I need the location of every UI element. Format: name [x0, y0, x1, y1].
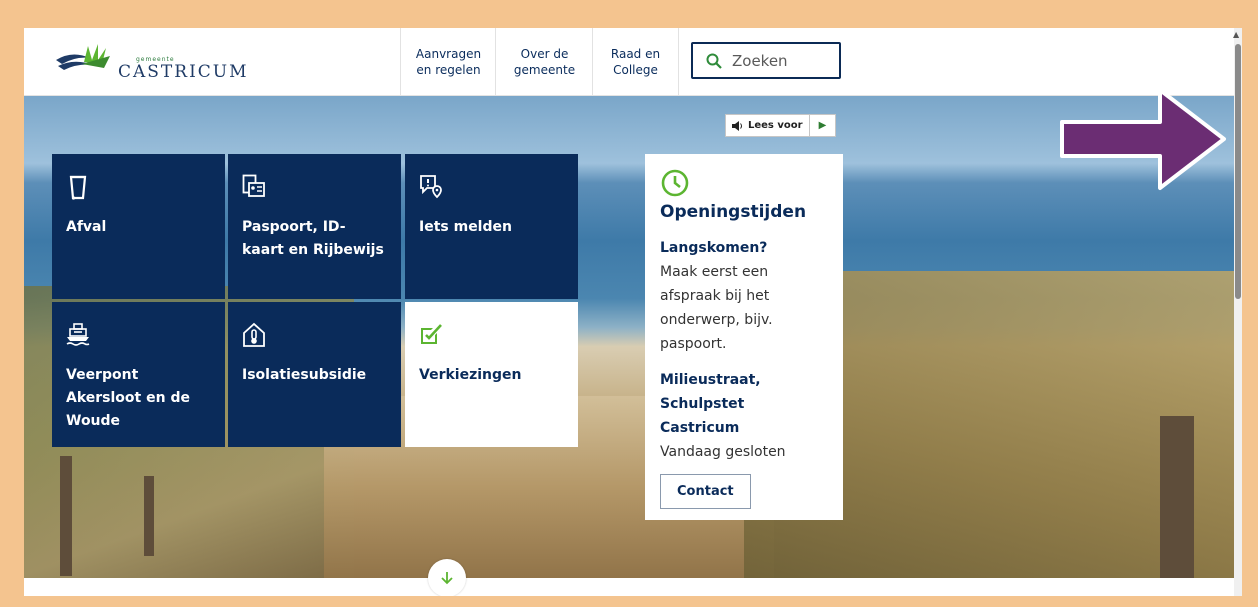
opening-hours-card: Openingstijden Langskomen? Maak eerst ee… [645, 154, 843, 520]
arrow-down-icon [441, 572, 453, 585]
nav-raad-en-college[interactable]: Raad en College [592, 28, 679, 95]
contact-button[interactable]: Contact [660, 474, 751, 509]
tile-afval[interactable]: Afval [52, 154, 225, 299]
scrollbar-thumb[interactable] [1235, 44, 1241, 299]
speaker-icon [732, 120, 742, 131]
visit-text: Maak eerst een afspraak bij het onderwer… [660, 264, 773, 352]
tile-isolatiesubsidie[interactable]: Isolatiesubsidie [228, 302, 401, 447]
tile-verkiezingen[interactable]: Verkiezingen [405, 302, 578, 447]
search-placeholder: Zoeken [732, 51, 788, 70]
tile-label: Verkiezingen [419, 367, 522, 383]
search-input[interactable]: Zoeken [691, 42, 841, 79]
ferry-icon [66, 323, 90, 346]
tile-label: Isolatiesubsidie [242, 367, 367, 383]
fence-post [60, 456, 72, 576]
clock-icon [661, 169, 689, 197]
fence-post [1160, 416, 1194, 578]
nav-aanvragen-en-regelen[interactable]: Aanvragen en regelen [400, 28, 496, 95]
play-button[interactable]: ▶ [810, 115, 836, 136]
search-icon [706, 53, 722, 69]
ballot-check-icon [421, 324, 442, 344]
visit-heading: Langskomen? [660, 240, 768, 256]
scroll-up-arrow-icon[interactable]: ▲ [1233, 30, 1239, 39]
tile-veerpont[interactable]: Veerpont Akersloot en de Woude [52, 302, 225, 447]
tile-paspoort[interactable]: Paspoort, ID-kaart en Rijbewijs [228, 154, 401, 299]
scroll-down-button[interactable] [428, 559, 466, 596]
castricum-logo[interactable]: gemeente CASTRICUM [54, 40, 247, 82]
logo-text: CASTRICUM [118, 62, 249, 82]
milieustraat-status: Vandaag gesloten [660, 444, 786, 460]
nav-over-de-gemeente[interactable]: Over de gemeente [495, 28, 593, 95]
house-thermometer-icon [243, 322, 265, 347]
tile-label: Veerpont Akersloot en de Woude [66, 367, 190, 429]
fence-post [144, 476, 154, 556]
trash-bin-icon [69, 175, 87, 200]
read-aloud-label: Lees voor [748, 120, 803, 131]
tile-label: Afval [66, 219, 107, 235]
milieustraat-heading: Milieustraat, Schulpstet Castricum [660, 372, 761, 436]
tile-iets-melden[interactable]: Iets melden [405, 154, 578, 299]
logo-wave-icon [56, 44, 110, 70]
browser-viewport: gemeente CASTRICUM Aanvragen en regelen … [24, 28, 1242, 596]
tile-label: Iets melden [419, 219, 512, 235]
opening-hours-title: Openingstijden [660, 202, 807, 222]
report-location-icon [420, 175, 442, 199]
id-card-icon [242, 174, 265, 197]
read-aloud-widget[interactable]: Lees voor ▶ [725, 114, 837, 137]
tile-label: Paspoort, ID-kaart en Rijbewijs [242, 219, 384, 258]
read-aloud-button[interactable]: Lees voor [726, 115, 810, 136]
annotation-arrow-icon [1060, 88, 1226, 190]
